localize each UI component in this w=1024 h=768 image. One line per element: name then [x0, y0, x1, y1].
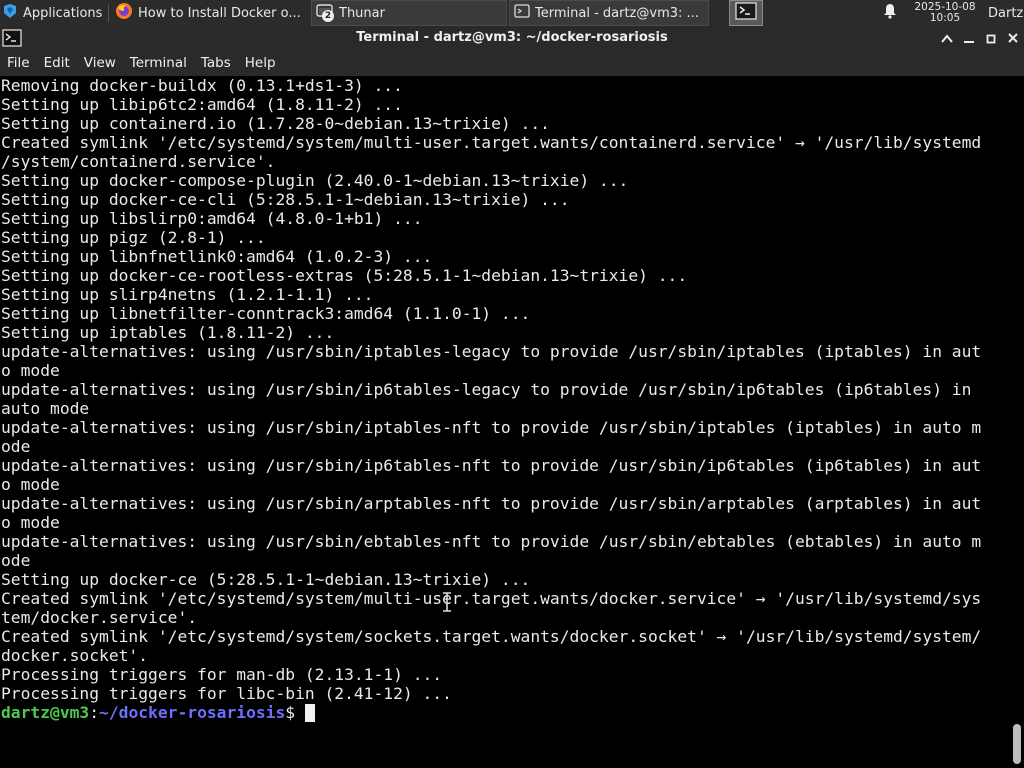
terminal-line: Setting up libip6tc2:amd64 (1.8.11-2) ..… — [1, 95, 403, 114]
menubar: File Edit View Terminal Tabs Help — [0, 50, 1024, 76]
prompt-user-host: dartz@vm3 — [1, 703, 90, 722]
terminal-line: Processing triggers for man-db (2.13.1-1… — [1, 665, 443, 684]
terminal-line: Setting up docker-ce-cli (5:28.5.1-1~deb… — [1, 190, 570, 209]
terminal-line: update-alternatives: using /usr/sbin/ebt… — [1, 532, 982, 551]
restore-button[interactable] — [980, 26, 1002, 50]
window-title: Terminal - dartz@vm3: ~/docker-rosariosi… — [356, 30, 668, 45]
bell-icon — [883, 3, 897, 23]
terminal-line: Removing docker-buildx (0.13.1+ds1-3) ..… — [1, 76, 403, 95]
taskbar-label-firefox: How to Install Docker o... — [138, 5, 301, 21]
terminal-line: Setting up pigz (2.8-1) ... — [1, 228, 266, 247]
close-icon — [1007, 29, 1019, 48]
top-panel: Applications How to Install Docker o... … — [0, 0, 1024, 26]
firefox-icon — [115, 2, 133, 24]
terminal-output[interactable]: Removing docker-buildx (0.13.1+ds1-3) ..… — [0, 76, 1010, 768]
terminal-line: ode — [1, 437, 31, 456]
terminal-line: Created symlink '/etc/systemd/system/soc… — [1, 627, 982, 646]
terminal-line: Created symlink '/etc/systemd/system/mul… — [1, 133, 982, 152]
terminal-line: Setting up slirp4netns (1.2.1-1.1) ... — [1, 285, 374, 304]
terminal-line: update-alternatives: using /usr/sbin/ip6… — [1, 456, 982, 475]
terminal-line: update-alternatives: using /usr/sbin/ipt… — [1, 418, 982, 437]
terminal-line: /system/containerd.service'. — [1, 152, 276, 171]
maximize-button[interactable] — [936, 26, 958, 50]
menu-view[interactable]: View — [77, 50, 123, 76]
prompt-path: ~/docker-rosariosis — [99, 703, 286, 722]
terminal-line: ode — [1, 551, 31, 570]
terminal-line: Setting up docker-ce (5:28.5.1-1~debian.… — [1, 570, 531, 589]
terminal-line: o mode — [1, 513, 60, 532]
terminal-line: auto mode — [1, 399, 90, 418]
terminal-line: Processing triggers for libc-bin (2.41-1… — [1, 684, 452, 703]
notifications-button[interactable] — [878, 0, 902, 26]
terminal-line: update-alternatives: using /usr/sbin/arp… — [1, 494, 982, 513]
menu-file[interactable]: File — [0, 50, 37, 76]
chevron-up-icon — [941, 29, 953, 48]
minimize-button[interactable] — [958, 26, 980, 50]
terminal-icon — [514, 3, 530, 23]
clock[interactable]: 2025-10-08 10:05 — [910, 0, 980, 26]
applications-icon — [2, 3, 18, 23]
close-button[interactable] — [1002, 26, 1024, 50]
user-label: Dartz — [988, 5, 1024, 21]
terminal-line: Setting up libnetfilter-conntrack3:amd64… — [1, 304, 531, 323]
terminal-line: Created symlink '/etc/systemd/system/mul… — [1, 589, 982, 608]
menu-tabs[interactable]: Tabs — [194, 50, 238, 76]
launcher-terminal-button[interactable] — [729, 0, 763, 26]
menu-help[interactable]: Help — [238, 50, 283, 76]
taskbar-item-thunar[interactable]: 2 Thunar — [311, 0, 507, 26]
clock-time: 10:05 — [929, 12, 961, 24]
terminal-scrollbar[interactable] — [1010, 76, 1024, 768]
window-titlebar[interactable]: Terminal - dartz@vm3: ~/docker-rosariosi… — [0, 26, 1024, 50]
user-menu-button[interactable]: Dartz — [986, 0, 1024, 26]
terminal-line: Setting up containerd.io (1.7.28-0~debia… — [1, 114, 550, 133]
terminal-lines: Removing docker-buildx (0.13.1+ds1-3) ..… — [1, 76, 981, 722]
terminal-launcher-icon — [735, 2, 757, 24]
panel-separator — [108, 4, 109, 22]
menu-terminal[interactable]: Terminal — [123, 50, 194, 76]
terminal-line: Setting up iptables (1.8.11-2) ... — [1, 323, 335, 342]
minimize-icon — [963, 29, 975, 48]
window-square-icon — [986, 29, 996, 48]
applications-menu-button[interactable]: Applications — [0, 0, 108, 26]
terminal-line: update-alternatives: using /usr/sbin/ip6… — [1, 380, 972, 399]
terminal-cursor — [304, 704, 315, 722]
applications-label: Applications — [23, 5, 103, 21]
taskbar-label-terminal: Terminal - dartz@vm3: ... — [535, 5, 699, 21]
terminal-line: Setting up docker-ce-rootless-extras (5:… — [1, 266, 688, 285]
terminal-line: o mode — [1, 475, 60, 494]
terminal-line: Setting up docker-compose-plugin (2.40.0… — [1, 171, 629, 190]
folder-icon: 2 — [316, 2, 334, 24]
terminal-line: update-alternatives: using /usr/sbin/ipt… — [1, 342, 982, 361]
text-cursor-icon — [441, 592, 453, 612]
terminal-line: Setting up libnfnetlink0:amd64 (1.0.2-3)… — [1, 247, 433, 266]
terminal-line: Setting up libslirp0:amd64 (4.8.0-1+b1) … — [1, 209, 423, 228]
taskbar-label-thunar: Thunar — [339, 5, 385, 21]
window-count-badge: 2 — [322, 10, 334, 22]
taskbar-item-firefox[interactable]: How to Install Docker o... — [111, 0, 309, 26]
menu-edit[interactable]: Edit — [37, 50, 77, 76]
scrollbar-thumb[interactable] — [1013, 724, 1021, 764]
terminal-line: o mode — [1, 361, 60, 380]
prompt-separator: : — [89, 703, 100, 722]
taskbar-item-terminal[interactable]: Terminal - dartz@vm3: ... — [509, 0, 709, 26]
shell-prompt[interactable]: dartz@vm3:~/docker-rosariosis$ — [1, 703, 981, 722]
terminal-line: docker.socket'. — [1, 646, 149, 665]
prompt-symbol: $ — [285, 703, 305, 722]
terminal-line: tem/docker.service'. — [1, 608, 198, 627]
